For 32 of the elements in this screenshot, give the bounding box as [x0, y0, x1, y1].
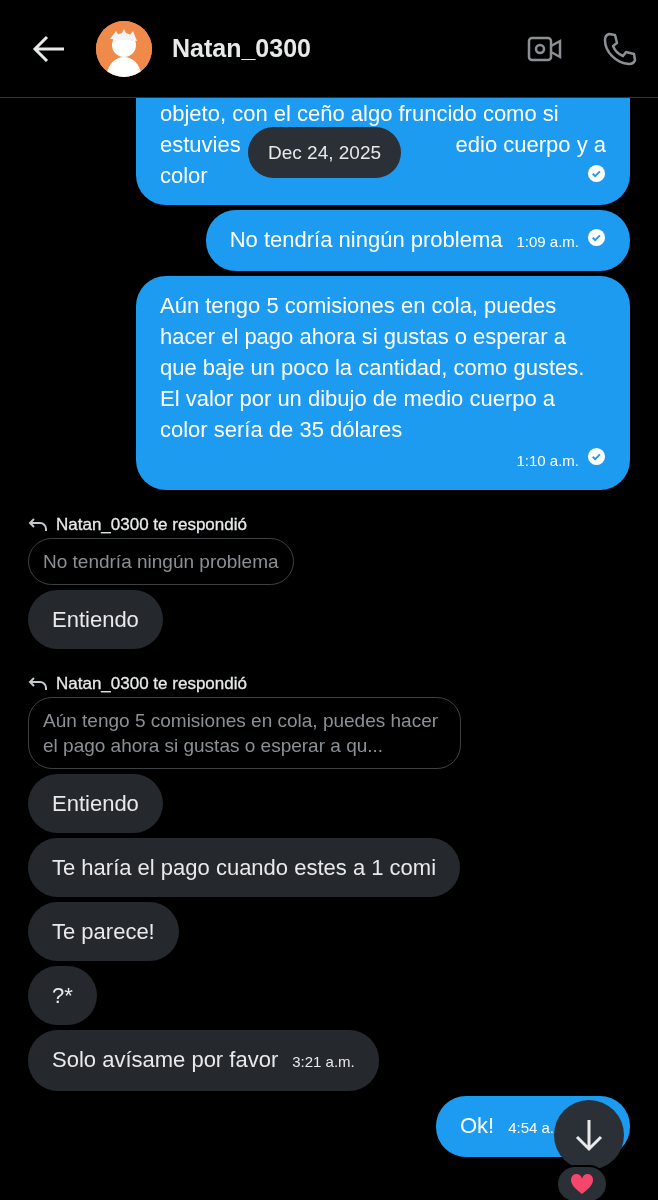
message-time: 3:21 a.m.	[292, 1052, 355, 1072]
message-text: Te haría el pago cuando estes a 1 comi	[52, 854, 437, 882]
message-text: Solo avísame por favor	[52, 1046, 279, 1074]
quoted-message: Aún tengo 5 comisiones en cola, puedes hacer el pago ahora si gustas o esperar a qu...	[28, 697, 461, 769]
message-text: objeto, con el ceño algo fruncido como si	[160, 100, 559, 128]
read-check-icon	[587, 228, 606, 247]
date-pill: Dec 24, 2025	[248, 127, 402, 178]
reaction-badge[interactable]	[556, 1165, 608, 1200]
back-arrow-icon[interactable]	[32, 33, 66, 64]
contact-name: Natan_0300	[172, 34, 312, 63]
avatar[interactable]	[96, 20, 152, 77]
message-time: 1:09 a.m.	[516, 232, 579, 252]
read-check-icon	[587, 447, 606, 466]
down-arrow-icon	[574, 1118, 604, 1152]
message-time: 4:54 a.	[508, 1118, 554, 1138]
message-text: Te parece!	[52, 918, 155, 946]
read-check-icon	[587, 164, 606, 183]
message-text: Aún tengo 5 comisiones en cola, puedes hacer el pago ahora si gustas o esperar a que baje un poco la cantidad, como gustes. El valor por un dibujo de medio cuerpo a color sería de 35 dólares	[160, 292, 586, 444]
message-time: 1:10 a.m.	[516, 451, 579, 471]
message-text: Entiendo	[52, 606, 139, 634]
message-text: estuvies	[160, 131, 241, 159]
reply-label: Natan_0300 te respondió	[56, 674, 247, 694]
message-text: No tendría ningún problema	[229, 226, 503, 254]
reply-label: Natan_0300 te respondió	[56, 515, 247, 535]
message-text: Ok!	[459, 1112, 495, 1140]
message-text: color	[160, 162, 208, 190]
message-text: Entiendo	[52, 790, 139, 818]
message-text: ?*	[52, 982, 73, 1010]
reply-icon	[28, 676, 48, 692]
message-text: edio cuerpo y a	[455, 131, 606, 159]
heart-icon	[570, 1173, 594, 1195]
reply-icon	[28, 517, 48, 533]
